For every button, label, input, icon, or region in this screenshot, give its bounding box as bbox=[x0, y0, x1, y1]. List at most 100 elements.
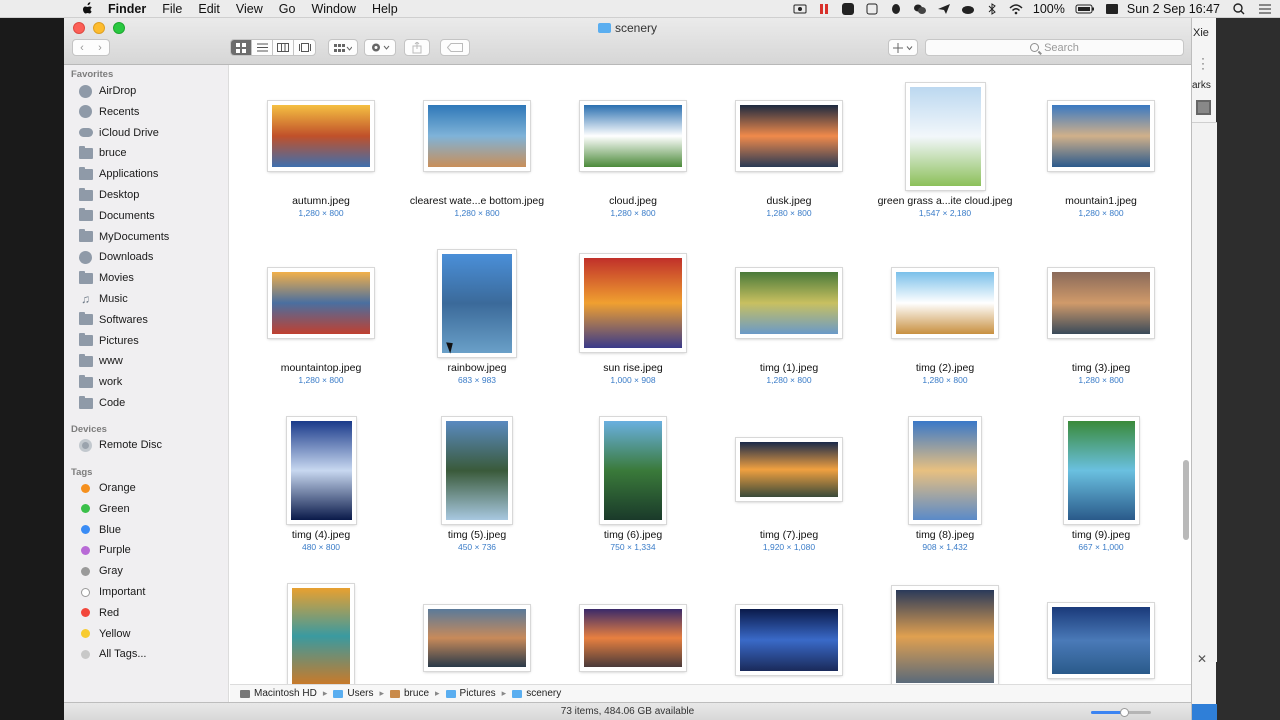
tag-button[interactable] bbox=[440, 39, 470, 56]
file-item[interactable]: timg (9).jpeg 667 × 1,000 bbox=[1023, 417, 1179, 569]
file-name[interactable]: timg (8).jpeg bbox=[867, 529, 1023, 541]
file-name[interactable]: timg (7).jpeg bbox=[711, 529, 867, 541]
view-mode-selector[interactable] bbox=[230, 39, 316, 56]
slider-knob[interactable] bbox=[1120, 708, 1129, 717]
menu-help[interactable]: Help bbox=[372, 2, 398, 16]
file-name[interactable]: autumn.jpeg bbox=[243, 195, 399, 207]
sidebar-item-icloud-drive[interactable]: iCloud Drive bbox=[78, 124, 159, 142]
new-item-button[interactable] bbox=[888, 39, 918, 56]
file-item[interactable]: timg (1).jpeg 1,280 × 800 bbox=[711, 252, 867, 402]
sidebar-item-recents[interactable]: Recents bbox=[78, 103, 139, 121]
bluetooth-icon[interactable] bbox=[985, 3, 999, 15]
menu-file[interactable]: File bbox=[162, 2, 182, 16]
sidebar-tag-all-tags-[interactable]: All Tags... bbox=[78, 645, 147, 663]
file-thumbnail[interactable] bbox=[905, 83, 985, 190]
file-thumbnail[interactable] bbox=[736, 438, 842, 501]
file-item[interactable]: timg (6).jpeg 750 × 1,334 bbox=[555, 417, 711, 569]
file-item[interactable]: timg (8).jpeg 908 × 1,432 bbox=[867, 417, 1023, 569]
sidebar-tag-gray[interactable]: Gray bbox=[78, 562, 123, 580]
close-icon[interactable]: ✕ bbox=[1197, 652, 1207, 666]
file-thumbnail[interactable] bbox=[1048, 603, 1154, 678]
file-thumbnail[interactable] bbox=[736, 101, 842, 171]
path-item-scenery[interactable]: scenery bbox=[512, 688, 561, 699]
screen-record-icon[interactable] bbox=[793, 3, 807, 15]
spotlight-icon[interactable] bbox=[1232, 3, 1246, 15]
battery-icon[interactable] bbox=[1075, 3, 1095, 15]
file-thumbnail[interactable] bbox=[268, 268, 374, 338]
back-forward-buttons[interactable]: ‹ › bbox=[72, 39, 110, 56]
path-item-home[interactable]: bruce bbox=[390, 688, 429, 699]
sidebar-item-code[interactable]: Code bbox=[78, 394, 125, 412]
menu-window[interactable]: Window bbox=[311, 2, 355, 16]
file-item[interactable]: timg (3).jpeg 1,280 × 800 bbox=[1023, 252, 1179, 402]
action-button[interactable] bbox=[364, 39, 396, 56]
sidebar-item-www[interactable]: www bbox=[78, 352, 123, 370]
file-item[interactable]: dusk.jpeg 1,280 × 800 bbox=[711, 85, 867, 235]
path-item-disk[interactable]: Macintosh HD bbox=[240, 688, 317, 699]
file-thumbnail[interactable] bbox=[442, 417, 512, 524]
sidebar-tag-blue[interactable]: Blue bbox=[78, 521, 121, 539]
sidebar-item-airdrop[interactable]: AirDrop bbox=[78, 82, 136, 100]
file-thumbnail[interactable] bbox=[1063, 417, 1139, 524]
file-item[interactable]: clearest wate...e bottom.jpeg 1,280 × 800 bbox=[399, 85, 555, 235]
sidebar-item-pictures[interactable]: Pictures bbox=[78, 332, 139, 350]
more-icon[interactable]: · · · bbox=[1201, 52, 1205, 74]
file-name[interactable]: timg (2).jpeg bbox=[867, 362, 1023, 374]
gallery-view-icon[interactable] bbox=[294, 40, 315, 55]
sidebar-tag-green[interactable]: Green bbox=[78, 500, 130, 518]
wifi-icon[interactable] bbox=[1009, 3, 1023, 15]
sidebar-item-softwares[interactable]: Softwares bbox=[78, 311, 148, 329]
qq-icon[interactable] bbox=[889, 3, 903, 15]
sidebar-item-downloads[interactable]: Downloads bbox=[78, 248, 153, 266]
file-thumbnail[interactable] bbox=[580, 605, 686, 671]
file-thumbnail[interactable] bbox=[892, 268, 998, 338]
note-icon[interactable] bbox=[865, 3, 879, 15]
file-item[interactable]: green grass a...ite cloud.jpeg 1,547 × 2,… bbox=[867, 83, 1023, 235]
file-name[interactable]: mountaintop.jpeg bbox=[243, 362, 399, 374]
file-name[interactable]: cloud.jpeg bbox=[555, 195, 711, 207]
background-window[interactable]: Xie · · · arks ✕ bbox=[1191, 18, 1217, 720]
sidebar-tag-orange[interactable]: Orange bbox=[78, 479, 136, 497]
file-thumbnail[interactable] bbox=[580, 101, 686, 171]
sidebar-item-remote-disc[interactable]: Remote Disc bbox=[78, 436, 162, 454]
file-thumbnail[interactable] bbox=[424, 605, 530, 671]
file-item[interactable]: cloud.jpeg 1,280 × 800 bbox=[555, 85, 711, 235]
file-thumbnail[interactable] bbox=[736, 605, 842, 675]
menu-edit[interactable]: Edit bbox=[198, 2, 220, 16]
sidebar-item-music[interactable]: ♫ Music bbox=[78, 290, 128, 308]
file-thumbnail[interactable] bbox=[909, 417, 981, 524]
file-name[interactable]: timg (9).jpeg bbox=[1023, 529, 1179, 541]
file-name[interactable]: timg (4).jpeg bbox=[243, 529, 399, 541]
list-view-icon[interactable] bbox=[252, 40, 273, 55]
sidebar-item-mydocuments[interactable]: MyDocuments bbox=[78, 228, 169, 246]
menu-app-name[interactable]: Finder bbox=[108, 2, 146, 16]
file-name[interactable]: timg (1).jpeg bbox=[711, 362, 867, 374]
file-name[interactable]: clearest wate...e bottom.jpeg bbox=[399, 195, 555, 207]
file-item[interactable]: mountain1.jpeg 1,280 × 800 bbox=[1023, 85, 1179, 235]
notification-center-icon[interactable] bbox=[1258, 3, 1272, 15]
path-item-pictures[interactable]: Pictures bbox=[445, 688, 496, 699]
file-thumbnail[interactable] bbox=[268, 101, 374, 171]
sidebar-item-documents[interactable]: Documents bbox=[78, 207, 155, 225]
sidebar-item-work[interactable]: work bbox=[78, 373, 122, 391]
file-item[interactable]: timg (4).jpeg 480 × 800 bbox=[243, 417, 399, 569]
file-thumbnail[interactable] bbox=[580, 254, 686, 352]
menu-go[interactable]: Go bbox=[279, 2, 296, 16]
file-name[interactable]: dusk.jpeg bbox=[711, 195, 867, 207]
file-thumbnail[interactable] bbox=[286, 417, 356, 524]
file-name[interactable]: timg (3).jpeg bbox=[1023, 362, 1179, 374]
arrange-button[interactable] bbox=[328, 39, 358, 56]
share-button[interactable] bbox=[404, 39, 430, 56]
icon-size-slider[interactable] bbox=[1091, 708, 1151, 717]
column-view-icon[interactable] bbox=[273, 40, 294, 55]
file-name[interactable]: timg (6).jpeg bbox=[555, 529, 711, 541]
file-thumbnail[interactable] bbox=[892, 586, 998, 687]
sidebar-item-desktop[interactable]: Desktop bbox=[78, 186, 139, 204]
file-thumbnail[interactable] bbox=[1048, 268, 1154, 338]
back-icon[interactable]: ‹ bbox=[73, 42, 91, 54]
file-thumbnail[interactable] bbox=[736, 268, 842, 338]
wechat-icon[interactable] bbox=[913, 3, 927, 15]
file-item[interactable]: sun rise.jpeg 1,000 × 908 bbox=[555, 252, 711, 402]
sidebar-item-applications[interactable]: Applications bbox=[78, 165, 158, 183]
vertical-scrollbar[interactable] bbox=[1183, 460, 1189, 540]
